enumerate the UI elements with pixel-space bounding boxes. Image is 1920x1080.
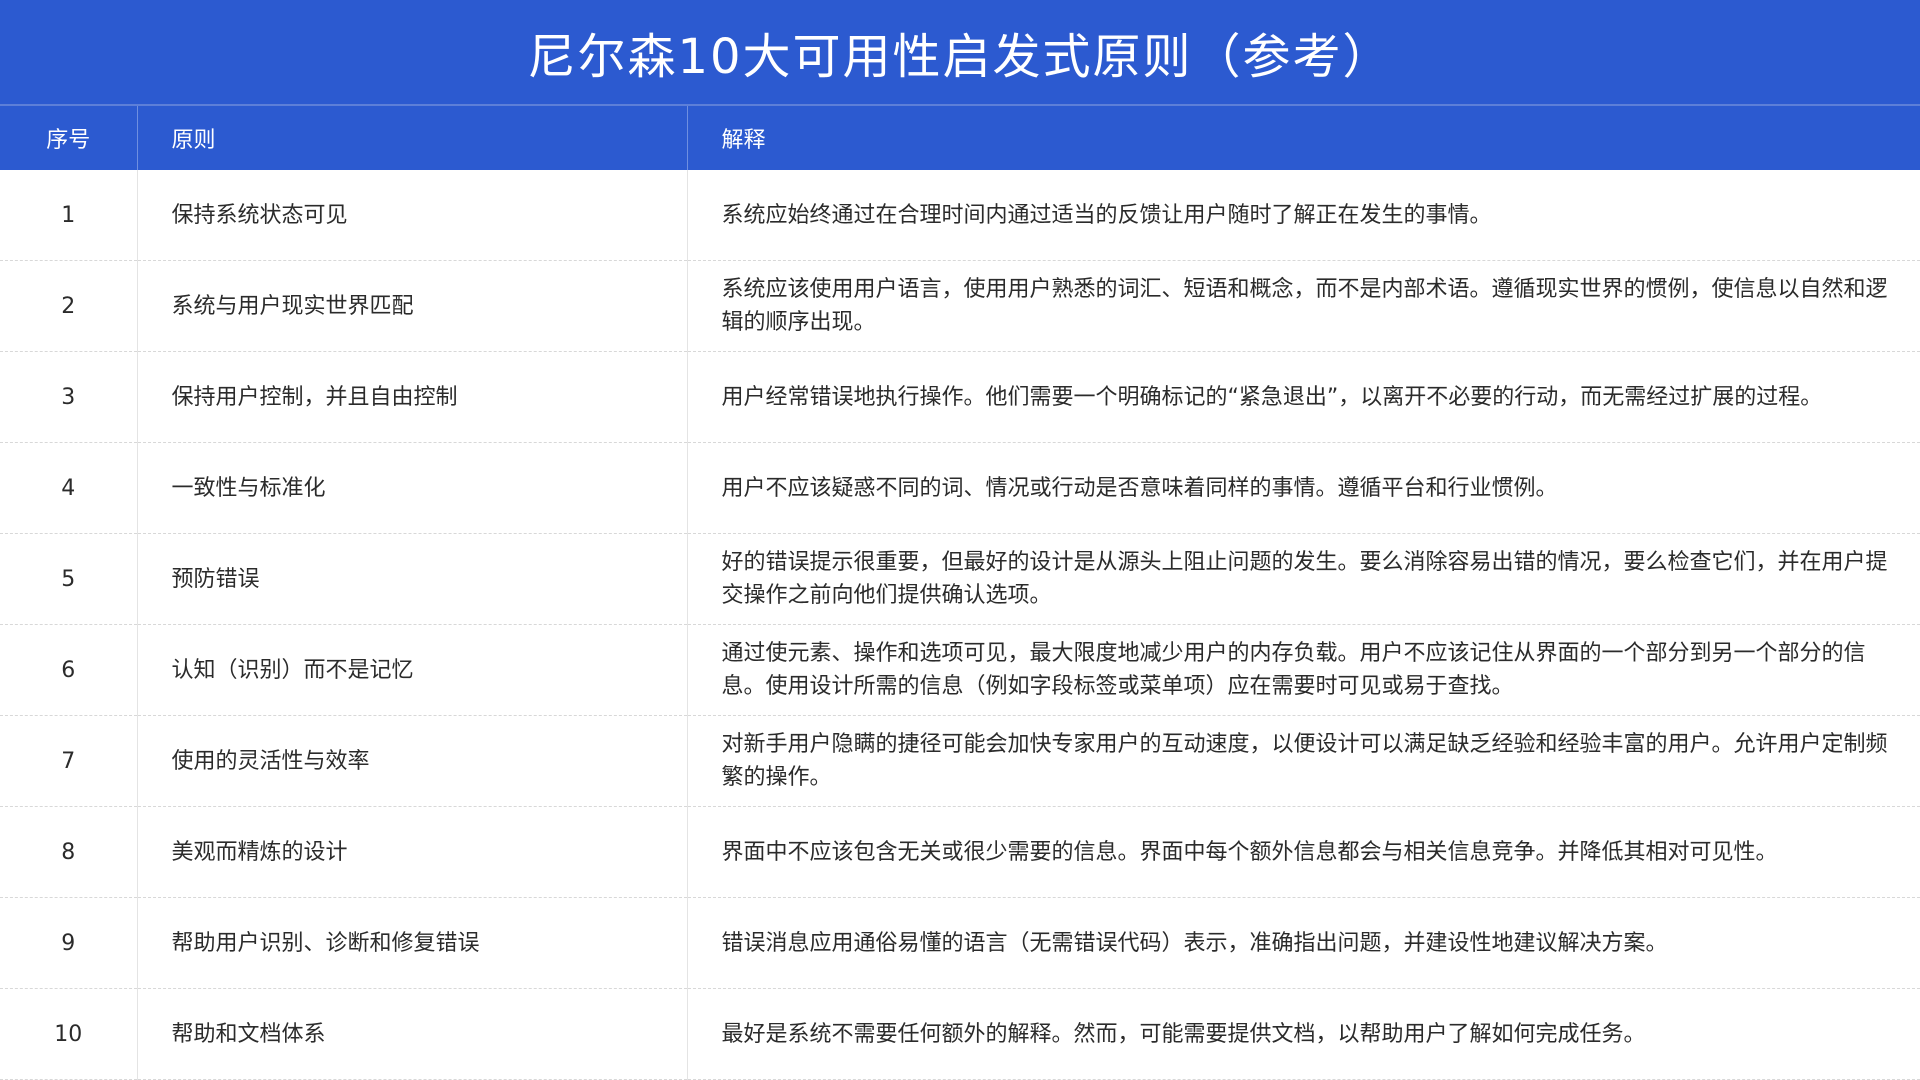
row-explanation: 错误消息应用通俗易懂的语言（无需错误代码）表示，准确指出问题，并建设性地建议解决…	[687, 897, 1920, 989]
table-row: 6 认知（识别）而不是记忆 通过使元素、操作和选项可见，最大限度地减少用户的内存…	[0, 624, 1920, 716]
heuristics-table: 序号 原则 解释 1 保持系统状态可见 系统应始终通过在合理时间内通过适当的反馈…	[0, 104, 1920, 1080]
page-title: 尼尔森10大可用性启发式原则（参考）	[527, 29, 1393, 85]
table-header: 序号 原则 解释	[0, 105, 1920, 170]
row-principle: 帮助和文档体系	[137, 988, 688, 1080]
row-explanation: 用户不应该疑惑不同的词、情况或行动是否意味着同样的事情。遵循平台和行业惯例。	[687, 442, 1920, 534]
row-number: 9	[0, 897, 138, 989]
row-number: 10	[0, 988, 138, 1080]
row-principle: 美观而精炼的设计	[137, 806, 688, 898]
row-number: 8	[0, 806, 138, 898]
header-num: 序号	[0, 105, 138, 170]
row-explanation: 通过使元素、操作和选项可见，最大限度地减少用户的内存负载。用户不应该记住从界面的…	[687, 624, 1920, 716]
row-principle: 认知（识别）而不是记忆	[137, 624, 688, 716]
table-row: 5 预防错误 好的错误提示很重要，但最好的设计是从源头上阻止问题的发生。要么消除…	[0, 533, 1920, 625]
row-principle: 保持用户控制，并且自由控制	[137, 351, 688, 443]
row-number: 3	[0, 351, 138, 443]
row-number: 4	[0, 442, 138, 534]
row-number: 1	[0, 170, 138, 261]
row-explanation: 界面中不应该包含无关或很少需要的信息。界面中每个额外信息都会与相关信息竞争。并降…	[687, 806, 1920, 898]
table-row: 2 系统与用户现实世界匹配 系统应该使用用户语言，使用用户熟悉的词汇、短语和概念…	[0, 260, 1920, 352]
table-row: 1 保持系统状态可见 系统应始终通过在合理时间内通过适当的反馈让用户随时了解正在…	[0, 170, 1920, 261]
table-body: 1 保持系统状态可见 系统应始终通过在合理时间内通过适当的反馈让用户随时了解正在…	[0, 170, 1920, 1080]
row-explanation: 系统应始终通过在合理时间内通过适当的反馈让用户随时了解正在发生的事情。	[687, 170, 1920, 261]
row-principle: 使用的灵活性与效率	[137, 715, 688, 807]
row-number: 6	[0, 624, 138, 716]
row-explanation: 对新手用户隐瞒的捷径可能会加快专家用户的互动速度，以便设计可以满足缺乏经验和经验…	[687, 715, 1920, 807]
row-principle: 保持系统状态可见	[137, 170, 688, 261]
row-explanation: 系统应该使用用户语言，使用用户熟悉的词汇、短语和概念，而不是内部术语。遵循现实世…	[687, 260, 1920, 352]
row-number: 2	[0, 260, 138, 352]
row-explanation: 用户经常错误地执行操作。他们需要一个明确标记的“紧急退出”，以离开不必要的行动，…	[687, 351, 1920, 443]
table-row: 3 保持用户控制，并且自由控制 用户经常错误地执行操作。他们需要一个明确标记的“…	[0, 351, 1920, 443]
row-principle: 帮助用户识别、诊断和修复错误	[137, 897, 688, 989]
table-row: 10 帮助和文档体系 最好是系统不需要任何额外的解释。然而，可能需要提供文档，以…	[0, 988, 1920, 1080]
row-number: 7	[0, 715, 138, 807]
table-row: 7 使用的灵活性与效率 对新手用户隐瞒的捷径可能会加快专家用户的互动速度，以便设…	[0, 715, 1920, 807]
row-explanation: 最好是系统不需要任何额外的解释。然而，可能需要提供文档，以帮助用户了解如何完成任…	[687, 988, 1920, 1080]
row-principle: 系统与用户现实世界匹配	[137, 260, 688, 352]
table-row: 8 美观而精炼的设计 界面中不应该包含无关或很少需要的信息。界面中每个额外信息都…	[0, 806, 1920, 898]
row-principle: 预防错误	[137, 533, 688, 625]
row-principle: 一致性与标准化	[137, 442, 688, 534]
header-principle: 原则	[137, 105, 688, 170]
table-row: 4 一致性与标准化 用户不应该疑惑不同的词、情况或行动是否意味着同样的事情。遵循…	[0, 442, 1920, 534]
row-explanation: 好的错误提示很重要，但最好的设计是从源头上阻止问题的发生。要么消除容易出错的情况…	[687, 533, 1920, 625]
title-banner: 尼尔森10大可用性启发式原则（参考）	[0, 0, 1920, 104]
header-row: 序号 原则 解释	[0, 105, 1920, 170]
row-number: 5	[0, 533, 138, 625]
table-row: 9 帮助用户识别、诊断和修复错误 错误消息应用通俗易懂的语言（无需错误代码）表示…	[0, 897, 1920, 989]
header-explanation: 解释	[687, 105, 1920, 170]
